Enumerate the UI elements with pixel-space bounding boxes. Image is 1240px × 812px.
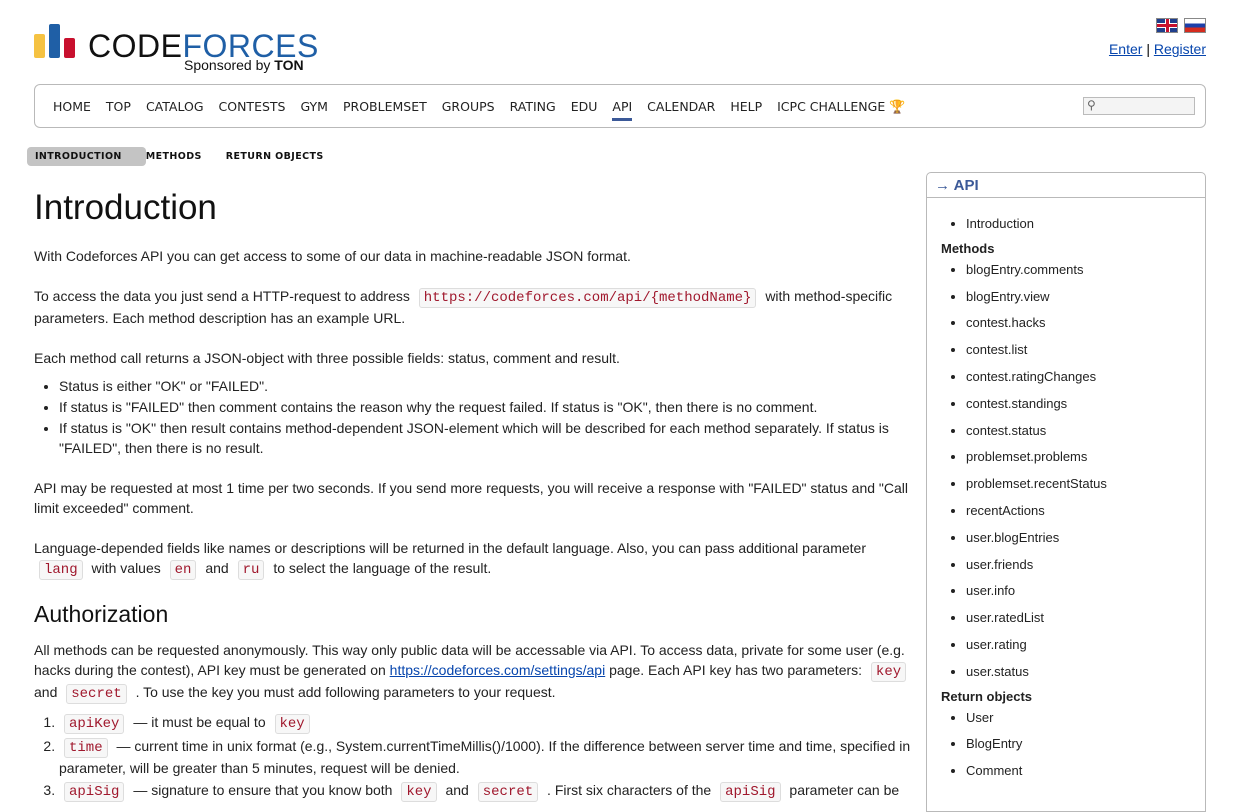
- menu-item-edu[interactable]: EDU: [571, 99, 598, 121]
- sidebar-item[interactable]: Introduction: [966, 214, 1191, 234]
- menu-item-groups[interactable]: GROUPS: [442, 99, 495, 121]
- menu-item-rating[interactable]: RATING: [510, 99, 556, 121]
- sidebar-intro-list: Introduction: [941, 214, 1191, 234]
- sidebar-title[interactable]: → API: [927, 173, 1205, 198]
- sidebar-item[interactable]: contest.ratingChanges: [966, 367, 1191, 387]
- menu-item-catalog[interactable]: CATALOG: [146, 99, 204, 121]
- rate-limit-paragraph: API may be requested at most 1 time per …: [34, 480, 908, 516]
- codeforces-logo[interactable]: CODEFORCES Sponsored by TON: [34, 22, 324, 76]
- submenu-introduction[interactable]: Introduction: [27, 147, 146, 166]
- sidebar-objects-list: User BlogEntry Comment: [941, 708, 1191, 782]
- menu-item-help[interactable]: HELP: [730, 99, 762, 121]
- authorization-paragraph: All methods can be requested anonymously…: [34, 642, 907, 704]
- sidebar-item[interactable]: user.status: [966, 662, 1191, 682]
- ru-code: ru: [237, 560, 265, 580]
- sidebar-item[interactable]: Comment: [966, 761, 1191, 781]
- logo-bars-icon: [34, 24, 78, 58]
- submenu-return-objects[interactable]: Return objects: [218, 147, 332, 166]
- language-flags: [1156, 18, 1206, 33]
- sidebar-item[interactable]: contest.status: [966, 421, 1191, 441]
- sidebar-item[interactable]: blogEntry.comments: [966, 260, 1191, 280]
- fields-paragraph: Each method call returns a JSON-object w…: [34, 350, 620, 366]
- page-title: Introduction: [34, 188, 217, 227]
- api-sidebar: → API Introduction Methods blogEntry.com…: [926, 172, 1206, 812]
- main-menu: HOME TOP CATALOG CONTESTS GYM PROBLEMSET GROUP…: [34, 84, 1206, 128]
- list-item: If status is "FAILED" then comment conta…: [59, 397, 914, 417]
- address-paragraph: To access the data you just send a HTTP-…: [34, 288, 893, 326]
- sidebar-item[interactable]: contest.hacks: [966, 313, 1191, 333]
- logo-sponsor: Sponsored by TON: [184, 57, 304, 73]
- lang-code: lang: [39, 560, 83, 580]
- authorization-heading: Authorization: [34, 601, 169, 627]
- search-input[interactable]: ⚲: [1083, 97, 1195, 115]
- sidebar-item[interactable]: user.friends: [966, 555, 1191, 575]
- list-item: apiSig — signature to ensure that you kn…: [59, 780, 914, 802]
- menu-item-calendar[interactable]: CALENDAR: [647, 99, 715, 121]
- sidebar-item[interactable]: user.ratedList: [966, 608, 1191, 628]
- menu-item-api[interactable]: API: [612, 99, 632, 121]
- list-item: If status is "OK" then result contains m…: [59, 418, 914, 458]
- trophy-icon: 🏆: [885, 100, 906, 115]
- list-item: apiKey — it must be equal to key: [59, 712, 914, 734]
- english-flag-icon[interactable]: [1156, 18, 1178, 33]
- sidebar-item[interactable]: blogEntry.view: [966, 287, 1191, 307]
- sidebar-item[interactable]: User: [966, 708, 1191, 728]
- list-item: Status is either "OK" or "FAILED".: [59, 376, 914, 396]
- methods-heading: Methods: [941, 240, 995, 256]
- api-url-code: https://codeforces.com/api/{methodName}: [418, 288, 757, 308]
- sidebar-item[interactable]: user.info: [966, 581, 1191, 601]
- main-content: Introduction With Codeforces API you can…: [34, 184, 914, 804]
- second-level-menu: Introduction Methods Return objects: [27, 147, 340, 166]
- sidebar-item[interactable]: BlogEntry: [966, 734, 1191, 754]
- key-code: key: [870, 662, 907, 682]
- secret-code: secret: [66, 684, 127, 704]
- menu-item-problemset[interactable]: PROBLEMSET: [343, 99, 427, 121]
- list-item: time — current time in unix format (e.g.…: [59, 736, 914, 778]
- auth-params-list: apiKey — it must be equal to key time — …: [34, 712, 914, 802]
- status-list: Status is either "OK" or "FAILED". If st…: [34, 376, 914, 458]
- auth-separator: |: [1146, 41, 1150, 57]
- enter-link[interactable]: Enter: [1109, 41, 1142, 57]
- sidebar-methods-list: blogEntry.comments blogEntry.view contest.…: [941, 260, 1191, 682]
- en-code: en: [169, 560, 197, 580]
- magnifier-icon: ⚲: [1087, 98, 1096, 112]
- menu-item-contests[interactable]: CONTESTS: [219, 99, 286, 121]
- sidebar-item[interactable]: contest.list: [966, 340, 1191, 360]
- return-objects-heading: Return objects: [941, 688, 1033, 704]
- sidebar-item[interactable]: user.rating: [966, 635, 1191, 655]
- settings-api-link[interactable]: https://codeforces.com/settings/api: [390, 662, 606, 678]
- russian-flag-icon[interactable]: [1184, 18, 1206, 33]
- submenu-methods[interactable]: Methods: [138, 147, 210, 166]
- sidebar-item[interactable]: contest.standings: [966, 394, 1191, 414]
- sidebar-item[interactable]: problemset.problems: [966, 447, 1191, 467]
- language-paragraph: Language-depended fields like names or d…: [34, 540, 866, 580]
- sidebar-item[interactable]: problemset.recentStatus: [966, 474, 1191, 494]
- menu-item-home[interactable]: HOME: [53, 99, 91, 121]
- auth-links: Enter | Register: [1109, 41, 1206, 57]
- sidebar-item[interactable]: user.blogEntries: [966, 528, 1191, 548]
- intro-paragraph: With Codeforces API you can get access t…: [34, 248, 631, 264]
- sidebar-item[interactable]: recentActions: [966, 501, 1191, 521]
- menu-item-gym[interactable]: GYM: [300, 99, 327, 121]
- register-link[interactable]: Register: [1154, 41, 1206, 57]
- menu-item-icpc-challenge[interactable]: ICPC CHALLENGE 🏆: [777, 99, 905, 121]
- menu-item-top[interactable]: TOP: [106, 99, 131, 121]
